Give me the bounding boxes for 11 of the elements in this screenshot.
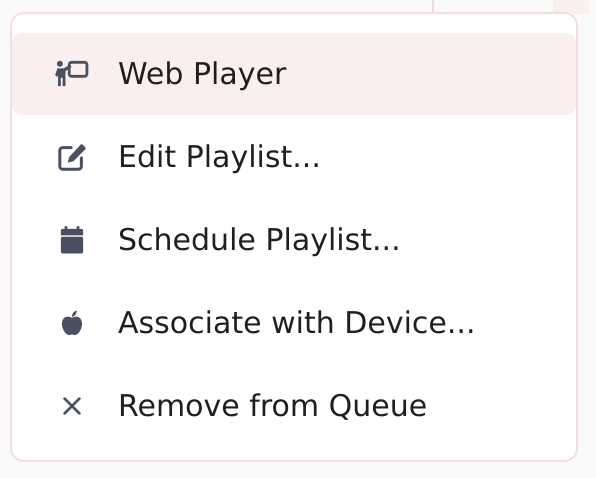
menu-item-label: Web Player bbox=[118, 56, 286, 92]
menu-item-label: Edit Playlist... bbox=[118, 140, 321, 174]
menu-item-label: Remove from Queue bbox=[118, 388, 428, 424]
menu-item[interactable]: Remove from Queue bbox=[12, 365, 576, 447]
menu-item[interactable]: Web Player bbox=[12, 33, 576, 115]
menu-item-label: Schedule Playlist... bbox=[118, 222, 401, 258]
menu-item[interactable]: Schedule Playlist... bbox=[12, 199, 576, 281]
menu-item[interactable]: Edit Playlist... bbox=[12, 116, 576, 198]
menu-item[interactable]: Associate with Device... bbox=[12, 282, 576, 364]
menu-item-label: Associate with Device... bbox=[118, 306, 476, 340]
panel-background bbox=[553, 0, 589, 14]
